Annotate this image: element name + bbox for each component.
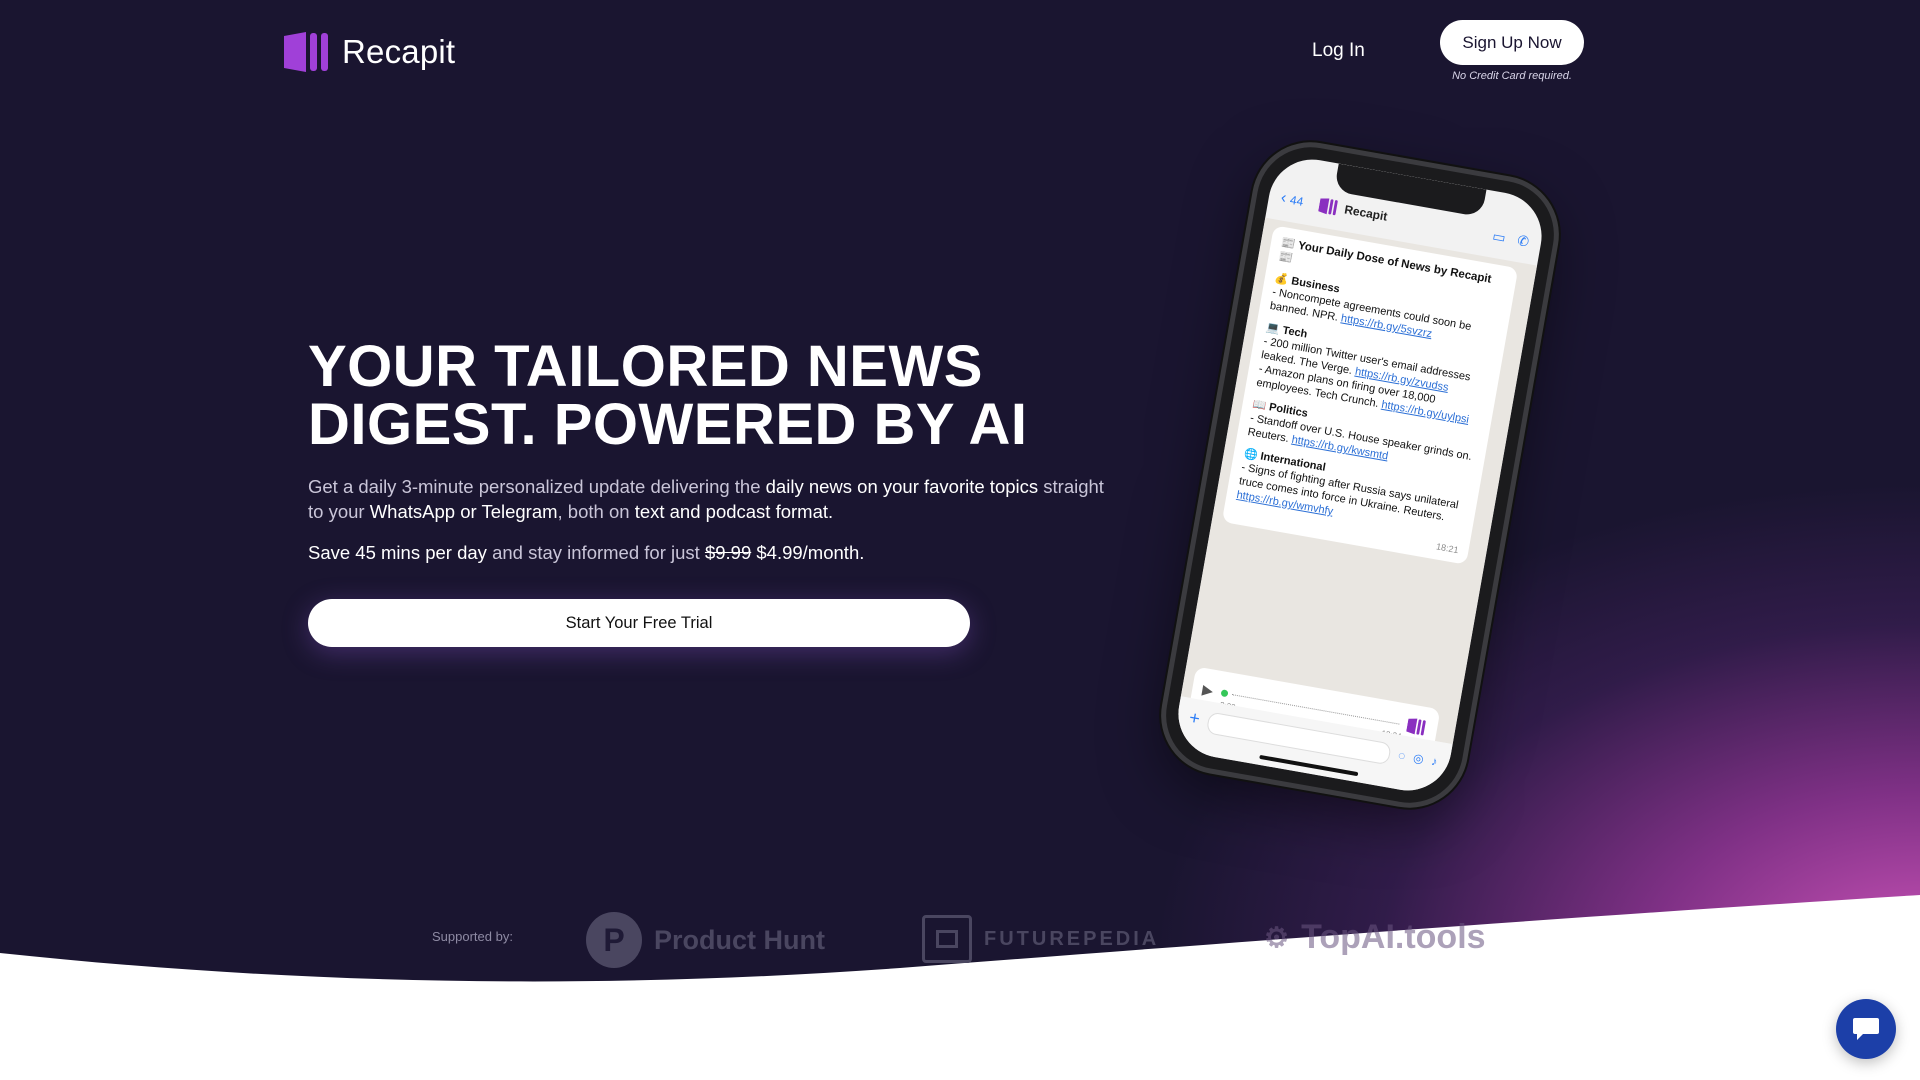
video-icon[interactable]: ▭ [1491, 227, 1507, 246]
new-price: $4.99/month. [751, 542, 865, 563]
headline-line-2: DIGEST. POWERED BY AI [308, 392, 1028, 457]
partner-topai-tools[interactable]: ⚙ TopAI.tools [1264, 918, 1486, 957]
sticker-icon[interactable]: ◌ [1397, 745, 1408, 766]
chevron-left-icon[interactable]: ‹ [1279, 189, 1287, 208]
partner-name: TopAI.tools [1301, 918, 1486, 956]
supported-by-label: Supported by: [432, 929, 513, 944]
signup-button[interactable]: Sign Up Now [1440, 20, 1584, 65]
partner-name: Product Hunt [654, 924, 825, 955]
chat-widget-button[interactable] [1836, 999, 1896, 1059]
plus-icon[interactable]: + [1188, 707, 1202, 729]
login-link[interactable]: Log In [1312, 40, 1365, 62]
desc-text: Get a daily 3-minute personalized update… [308, 476, 766, 497]
savings-highlight: Save 45 mins per day [308, 542, 487, 563]
partner-name: FUTUREPEDIA [984, 927, 1160, 950]
recapit-avatar-icon [1406, 718, 1426, 736]
desc-highlight: daily news on your favorite topics [765, 476, 1039, 497]
camera-icon[interactable]: ◎ [1412, 748, 1426, 770]
start-free-trial-button[interactable]: Start Your Free Trial [308, 599, 970, 647]
recapit-logo-icon [284, 32, 328, 72]
section-emoji-icon: 💰 [1273, 272, 1290, 287]
pricing-line: Save 45 mins per day and stay informed f… [308, 540, 1108, 565]
brand-logo[interactable]: Recapit [284, 30, 455, 74]
partner-product-hunt[interactable]: P Product Hunt [586, 912, 825, 968]
futurepedia-icon [922, 915, 972, 963]
hero-headline: YOUR TAILORED NEWS DIGEST. POWERED BY AI [308, 338, 1028, 454]
news-sections: 💰 Business - Noncompete agreements could … [1235, 271, 1500, 541]
microphone-icon[interactable]: ♪ [1430, 751, 1439, 772]
playhead-dot [1220, 688, 1229, 697]
old-price: $9.99 [704, 542, 752, 563]
desc-highlight: text and podcast format. [634, 501, 834, 522]
desc-text: , both on [557, 501, 635, 522]
brand-name: Recapit [342, 33, 456, 70]
phone-icon[interactable]: ✆ [1516, 231, 1530, 250]
section-emoji-icon: 📖 [1251, 398, 1268, 413]
signup-note: No Credit Card required. [1452, 70, 1572, 82]
pricing-text: and stay informed for just [486, 542, 705, 563]
news-message-bubble: 📰 Your Daily Dose of News by Recapit 📰 💰… [1221, 225, 1519, 565]
product-hunt-icon: P [586, 912, 642, 968]
hero-description: Get a daily 3-minute personalized update… [308, 474, 1108, 524]
desc-highlight: WhatsApp or Telegram [369, 501, 558, 522]
headline-line-1: YOUR TAILORED NEWS [308, 334, 983, 399]
recapit-avatar-icon [1317, 198, 1338, 216]
back-count: 44 [1288, 192, 1305, 209]
section-emoji-icon: 💻 [1265, 321, 1281, 336]
chat-bubble-icon [1853, 1018, 1879, 1040]
play-icon[interactable]: ▶ [1201, 681, 1214, 700]
section-emoji-icon: 🌐 [1242, 447, 1259, 462]
partner-futurepedia[interactable]: FUTUREPEDIA [922, 915, 1159, 963]
topai-icon: ⚙ [1264, 922, 1290, 953]
